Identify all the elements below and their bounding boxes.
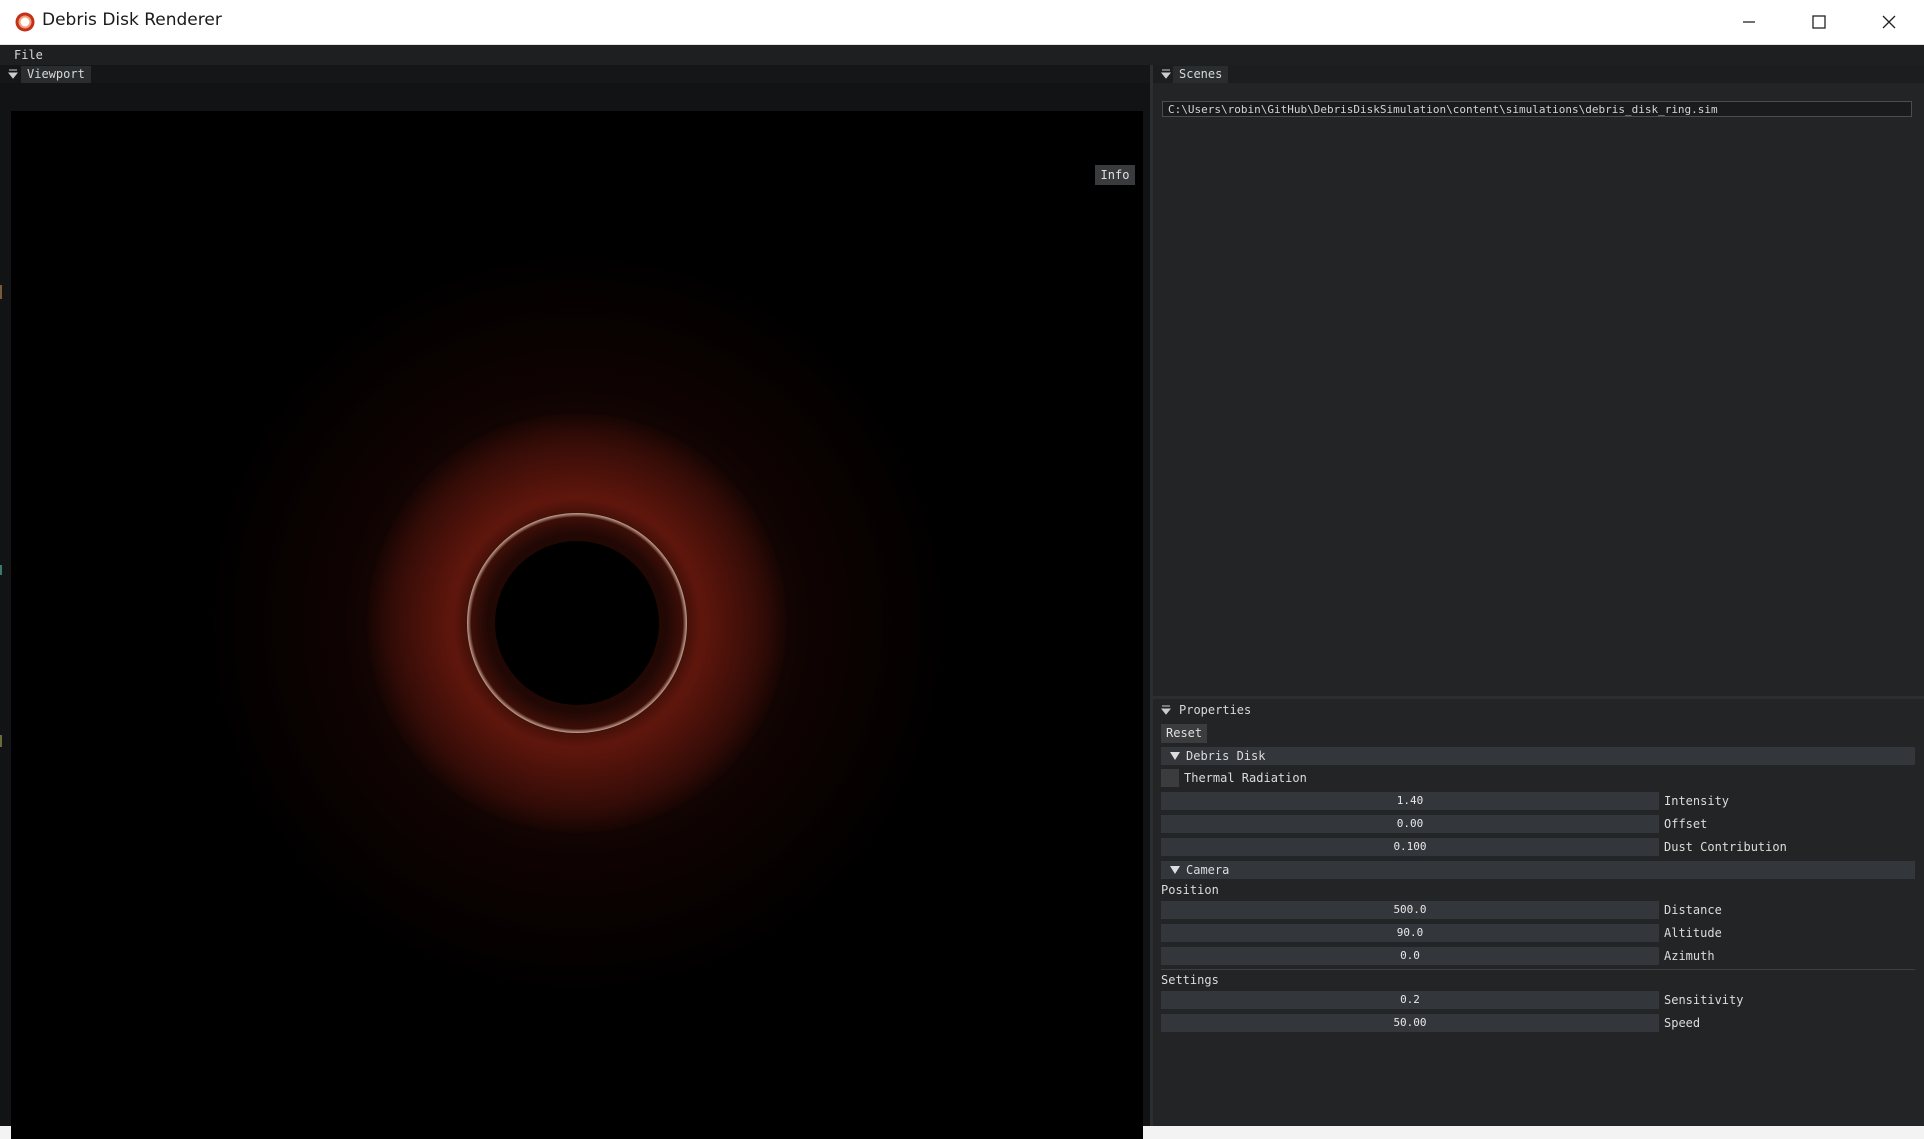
edge-artifact: [0, 735, 2, 747]
camera-header[interactable]: Camera: [1161, 861, 1915, 879]
distance-slider[interactable]: 500.0: [1161, 901, 1659, 919]
altitude-label: Altitude: [1664, 926, 1722, 940]
intensity-label: Intensity: [1664, 794, 1730, 808]
app-area: File Viewport Info Scenes C:\Users\robin…: [0, 45, 1924, 1139]
altitude-slider[interactable]: 90.0: [1161, 924, 1659, 942]
viewport-panel: Viewport Info: [0, 65, 1150, 1139]
sensitivity-label: Sensitivity: [1664, 993, 1744, 1007]
render-canvas[interactable]: [11, 111, 1143, 1139]
minimize-button[interactable]: [1714, 0, 1784, 44]
collapse-icon[interactable]: [1161, 68, 1171, 80]
scenes-tab[interactable]: Scenes: [1173, 66, 1229, 83]
dust-contribution-slider[interactable]: 0.100: [1161, 838, 1659, 856]
properties-panel: Properties Reset Debris Disk Thermal Rad…: [1153, 699, 1924, 1126]
separator: [1161, 969, 1915, 970]
menu-bar: File: [0, 45, 1924, 65]
properties-title-bar: Properties: [1153, 701, 1924, 719]
settings-label: Settings: [1161, 973, 1219, 987]
debris-disk-header[interactable]: Debris Disk: [1161, 747, 1915, 765]
close-icon: [1882, 15, 1896, 29]
minimize-icon: [1743, 21, 1755, 23]
dust-contribution-label: Dust Contribution: [1664, 840, 1787, 854]
title-bar: Debris Disk Renderer: [0, 0, 1924, 45]
intensity-slider[interactable]: 1.40: [1161, 792, 1659, 810]
collapse-icon[interactable]: [8, 68, 18, 80]
expanded-arrow-icon: [1170, 866, 1180, 874]
offset-slider[interactable]: 0.00: [1161, 815, 1659, 833]
collapse-icon[interactable]: [1161, 704, 1171, 716]
central-cavity: [495, 541, 659, 705]
close-button[interactable]: [1854, 0, 1924, 44]
thermal-radiation-label: Thermal Radiation: [1184, 771, 1307, 785]
viewport-tab[interactable]: Viewport: [21, 66, 91, 83]
reset-button[interactable]: Reset: [1161, 724, 1208, 743]
thermal-radiation-checkbox[interactable]: [1161, 769, 1179, 787]
speed-label: Speed: [1664, 1016, 1701, 1030]
azimuth-slider[interactable]: 0.0: [1161, 947, 1659, 965]
offset-label: Offset: [1664, 817, 1708, 831]
scenes-panel: Scenes C:\Users\robin\GitHub\DebrisDiskS…: [1153, 65, 1924, 696]
maximize-icon: [1812, 15, 1826, 29]
app-icon: [15, 12, 35, 32]
scenes-title-bar: Scenes: [1153, 65, 1924, 83]
distance-label: Distance: [1664, 903, 1722, 917]
position-label: Position: [1161, 883, 1219, 897]
speed-slider[interactable]: 50.00: [1161, 1014, 1659, 1032]
menu-file[interactable]: File: [14, 48, 43, 62]
expanded-arrow-icon: [1170, 752, 1180, 760]
properties-title: Properties: [1179, 703, 1252, 717]
info-button[interactable]: Info: [1095, 165, 1135, 185]
viewport-title-bar: Viewport: [0, 65, 1150, 83]
sensitivity-slider[interactable]: 0.2: [1161, 991, 1659, 1009]
scene-path-input[interactable]: C:\Users\robin\GitHub\DebrisDiskSimulati…: [1162, 101, 1912, 117]
edge-artifact: [0, 285, 2, 299]
azimuth-label: Azimuth: [1664, 949, 1715, 963]
maximize-button[interactable]: [1784, 0, 1854, 44]
window-title: Debris Disk Renderer: [42, 10, 222, 30]
edge-artifact: [0, 565, 2, 575]
